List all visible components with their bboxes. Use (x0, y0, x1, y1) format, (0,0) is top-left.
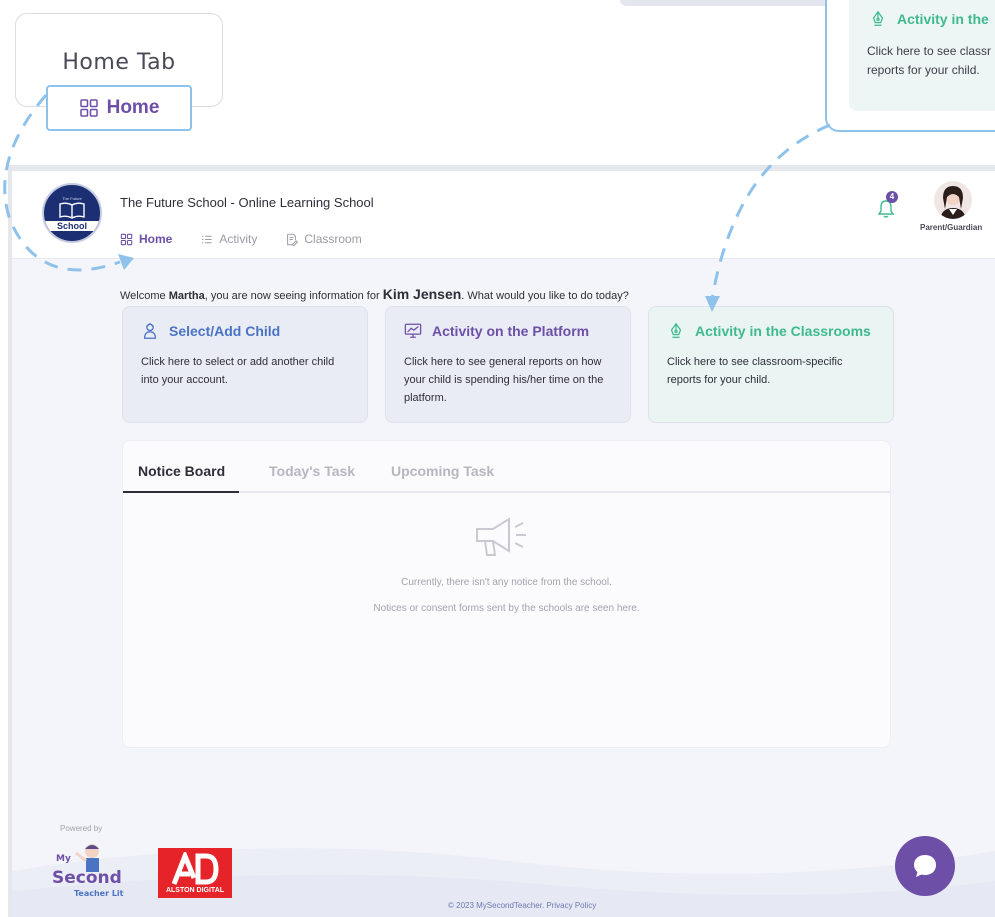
action-cards: Select/Add Child Click here to select or… (122, 306, 894, 423)
nav-classroom-label: Classroom (304, 232, 362, 246)
card-description: Click here to see classroom-specific rep… (667, 356, 843, 386)
tab-todays-task[interactable]: Today's Task (269, 463, 355, 479)
grid-icon (79, 99, 98, 117)
mst-logo-my: My (56, 854, 71, 864)
nav-classroom[interactable]: Classroom (285, 232, 362, 246)
school-name: The Future School - Online Learning Scho… (120, 195, 374, 210)
monitor-chart-icon (404, 323, 422, 338)
school-logo-band: School (44, 221, 100, 231)
ad-mark-icon (171, 852, 219, 885)
list-icon (202, 235, 213, 243)
mst-logo-second: Second (52, 868, 122, 888)
copyright-text[interactable]: © 2023 MySecondTeacher. Privacy Policy (448, 901, 596, 910)
welcome-message: Welcome Martha, you are now seeing infor… (120, 286, 629, 302)
activity-callout-desc-2: reports for your child. (867, 63, 980, 77)
pen-nib-icon (670, 322, 682, 338)
powered-by-label: Powered by (60, 824, 103, 833)
empty-notice-message: Currently, there isn't any notice from t… (401, 577, 612, 588)
notification-badge: 4 (886, 191, 898, 203)
tab-upcoming-task[interactable]: Upcoming Task (391, 463, 494, 479)
alston-digital-logo[interactable]: ALSTON DIGITAL (158, 848, 232, 898)
card-title: Select/Add Child (169, 323, 281, 339)
callout-title: Home Tab (62, 50, 176, 75)
mst-logo-teacher: Teacher Lite (74, 889, 124, 898)
mysecondteacher-logo[interactable]: My Second Teacher Lite (50, 839, 124, 901)
callout-top-edge (620, 0, 835, 6)
child-user-icon (143, 323, 157, 339)
home-pill-label: Home (106, 97, 160, 118)
card-description: Click here to select or add another chil… (141, 356, 335, 386)
book-icon (59, 202, 85, 219)
activity-classrooms-card[interactable]: Activity in the Classrooms Click here to… (648, 306, 894, 423)
school-logo[interactable]: The Future School (42, 183, 102, 243)
tab-notice-board[interactable]: Notice Board (138, 463, 225, 479)
card-description: Click here to see general reports on how… (404, 356, 604, 404)
alston-digital-text: ALSTON DIGITAL (165, 887, 225, 894)
main-nav: Home Activity Classroom (120, 232, 362, 246)
chat-button[interactable] (895, 836, 955, 896)
avatar[interactable] (934, 181, 972, 219)
nav-activity[interactable]: Activity (200, 232, 257, 246)
nav-activity-label: Activity (219, 232, 258, 246)
empty-notice-hint: Notices or consent forms sent by the sch… (373, 603, 640, 614)
top-header: The Future School The Future School - On… (12, 171, 995, 259)
app-window: The Future School The Future School - On… (8, 165, 995, 917)
grid-icon (120, 233, 133, 245)
activity-callout-title: Activity in the (897, 11, 989, 27)
welcome-middle: , you are now seeing information for (204, 290, 383, 302)
activity-platform-card[interactable]: Activity on the Platform Click here to s… (385, 306, 631, 423)
child-name: Kim Jensen (382, 286, 462, 302)
home-pill-callout: Home (46, 85, 192, 131)
card-title: Activity on the Platform (432, 323, 590, 339)
card-title: Activity in the Classrooms (695, 323, 871, 339)
nav-home[interactable]: Home (120, 232, 172, 246)
activity-callout-desc-1: Click here to see classr (867, 44, 992, 58)
notice-tabs: Notice Board Today's Task Upcoming Task (123, 441, 890, 493)
notification-button[interactable]: 4 (878, 191, 898, 218)
chat-bubble-icon (914, 855, 936, 877)
welcome-suffix: . What would you like to do today? (461, 290, 629, 302)
nav-home-label: Home (139, 232, 173, 246)
pen-nib-icon (872, 10, 884, 26)
megaphone-icon (476, 517, 526, 556)
select-add-child-card[interactable]: Select/Add Child Click here to select or… (122, 306, 368, 423)
active-tab-indicator (123, 491, 239, 493)
user-photo-icon (940, 186, 966, 219)
document-edit-icon (287, 233, 299, 246)
welcome-prefix: Welcome (120, 290, 169, 302)
activity-callout: Activity in the Click here to see classr… (825, 0, 995, 132)
parent-name: Martha (168, 290, 205, 302)
notice-board-panel: Notice Board Today's Task Upcoming Task … (122, 440, 891, 748)
user-role: Parent/Guardian (920, 223, 983, 232)
